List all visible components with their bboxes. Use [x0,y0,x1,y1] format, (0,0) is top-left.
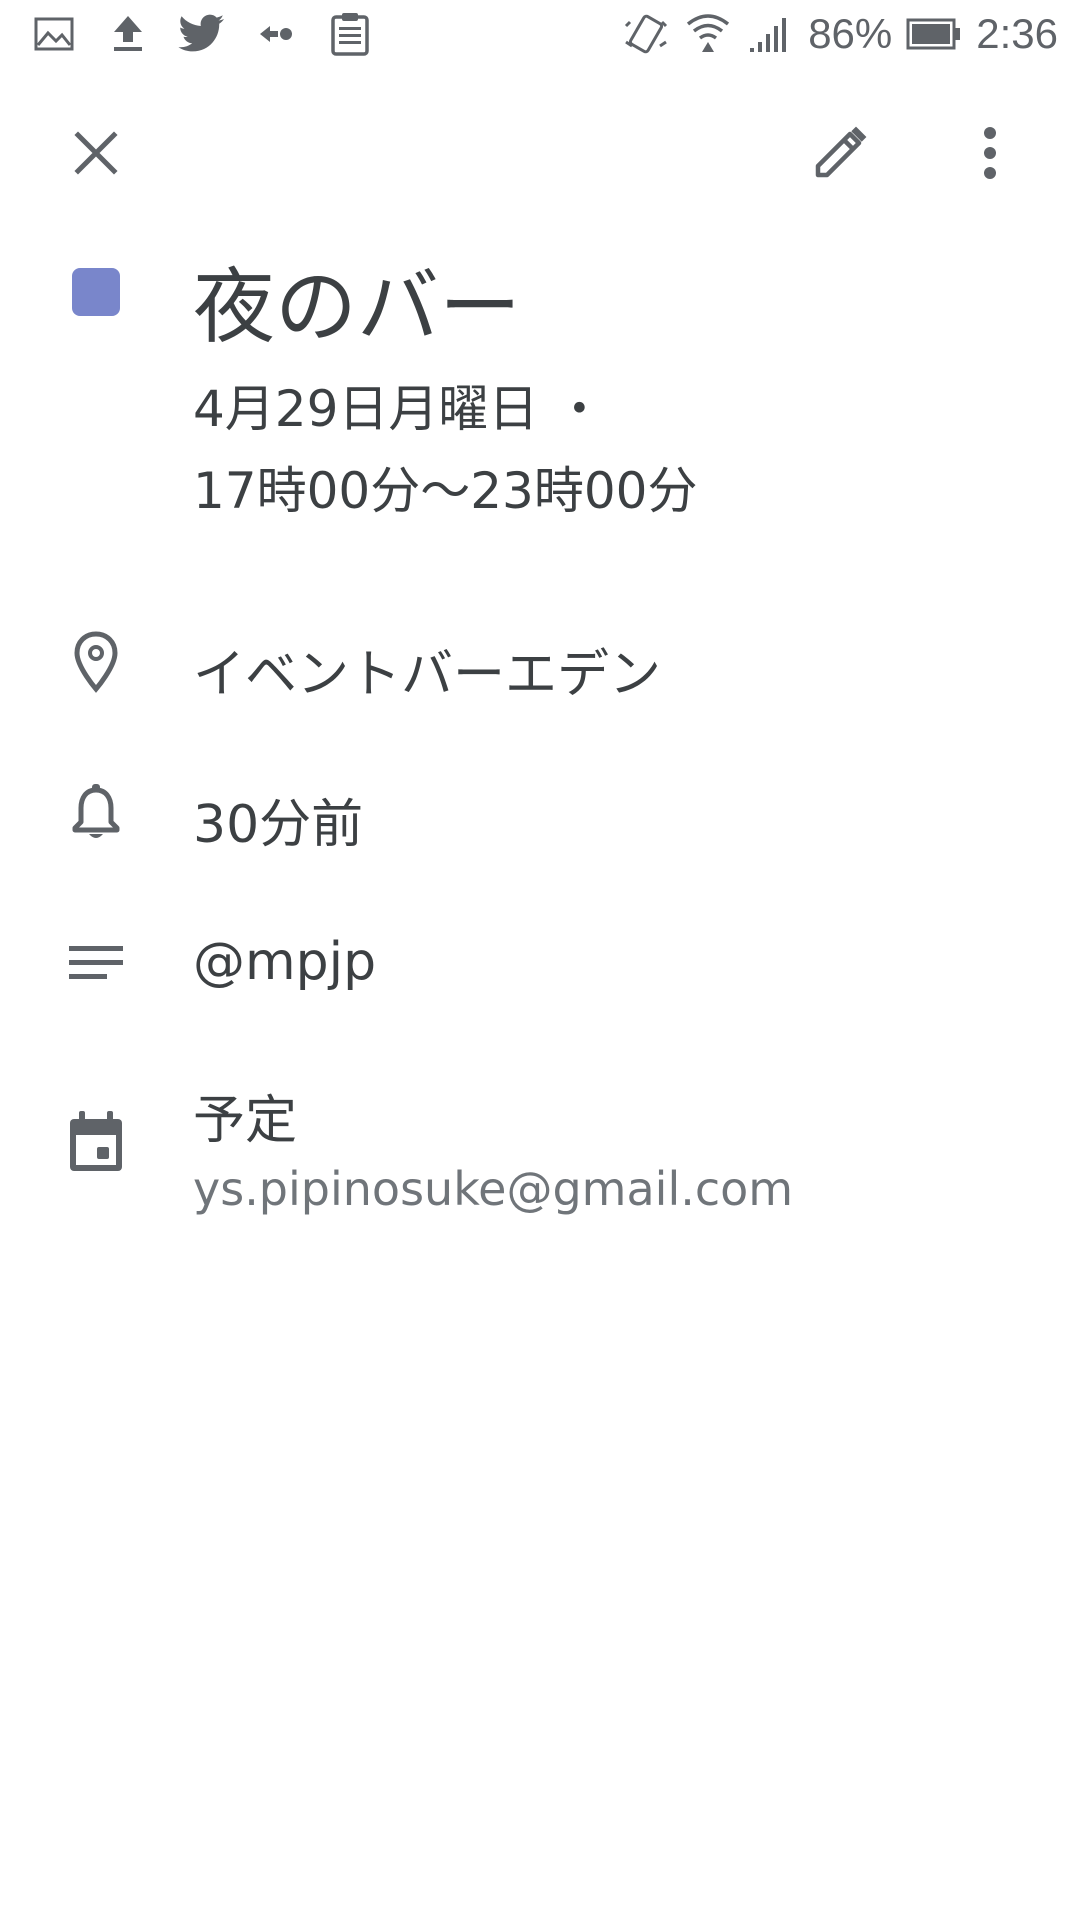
gallery-icon [30,10,78,58]
status-bar-system: 86% 2:36 [622,10,1058,58]
event-description: @mpjp [193,932,377,992]
close-button[interactable] [56,115,136,195]
wifi-icon [684,10,732,58]
notes-icon [60,926,132,998]
pencil-icon [812,125,868,185]
clock: 2:36 [976,10,1058,57]
edit-button[interactable] [800,115,880,195]
event-description-row: @mpjp [0,922,1080,1002]
battery-icon [906,10,962,58]
event-datetime: 4月29日月曜日 ・ 17時00分～23時00分 [193,368,1013,532]
event-color-swatch [72,268,120,316]
status-bar-notifications [30,10,374,58]
cast-icon [252,10,300,58]
signal-icon [746,10,794,58]
status-bar: 86% 2:36 [0,0,1080,75]
twitter-icon [178,10,226,58]
calendar-name: 予定 [193,1091,298,1151]
close-icon [74,131,118,179]
event-title: 夜のバー [193,260,522,355]
event-reminder: 30分前 [193,795,364,855]
event-toolbar [0,95,1080,215]
vibrate-icon [622,10,670,58]
battery-percent: 86% [808,10,893,57]
bell-icon [60,776,132,848]
event-reminder-row[interactable]: 30分前 [0,772,1080,855]
location-pin-icon [60,626,132,698]
event-location-row[interactable]: イベントバーエデン [0,622,1080,705]
calendar-account: ys.pipinosuke@gmail.com [193,1162,794,1216]
calendar-icon [60,1106,132,1178]
event-time: 17時00分～23時00分 [193,462,698,520]
event-calendar-row: 予定 ys.pipinosuke@gmail.com [0,1070,1080,1230]
event-date: 4月29日月曜日 ・ [193,380,605,438]
upload-icon [104,10,152,58]
more-vert-icon [980,125,1000,185]
more-options-button[interactable] [950,115,1030,195]
clipboard-icon [326,10,374,58]
event-location: イベントバーエデン [193,645,662,705]
